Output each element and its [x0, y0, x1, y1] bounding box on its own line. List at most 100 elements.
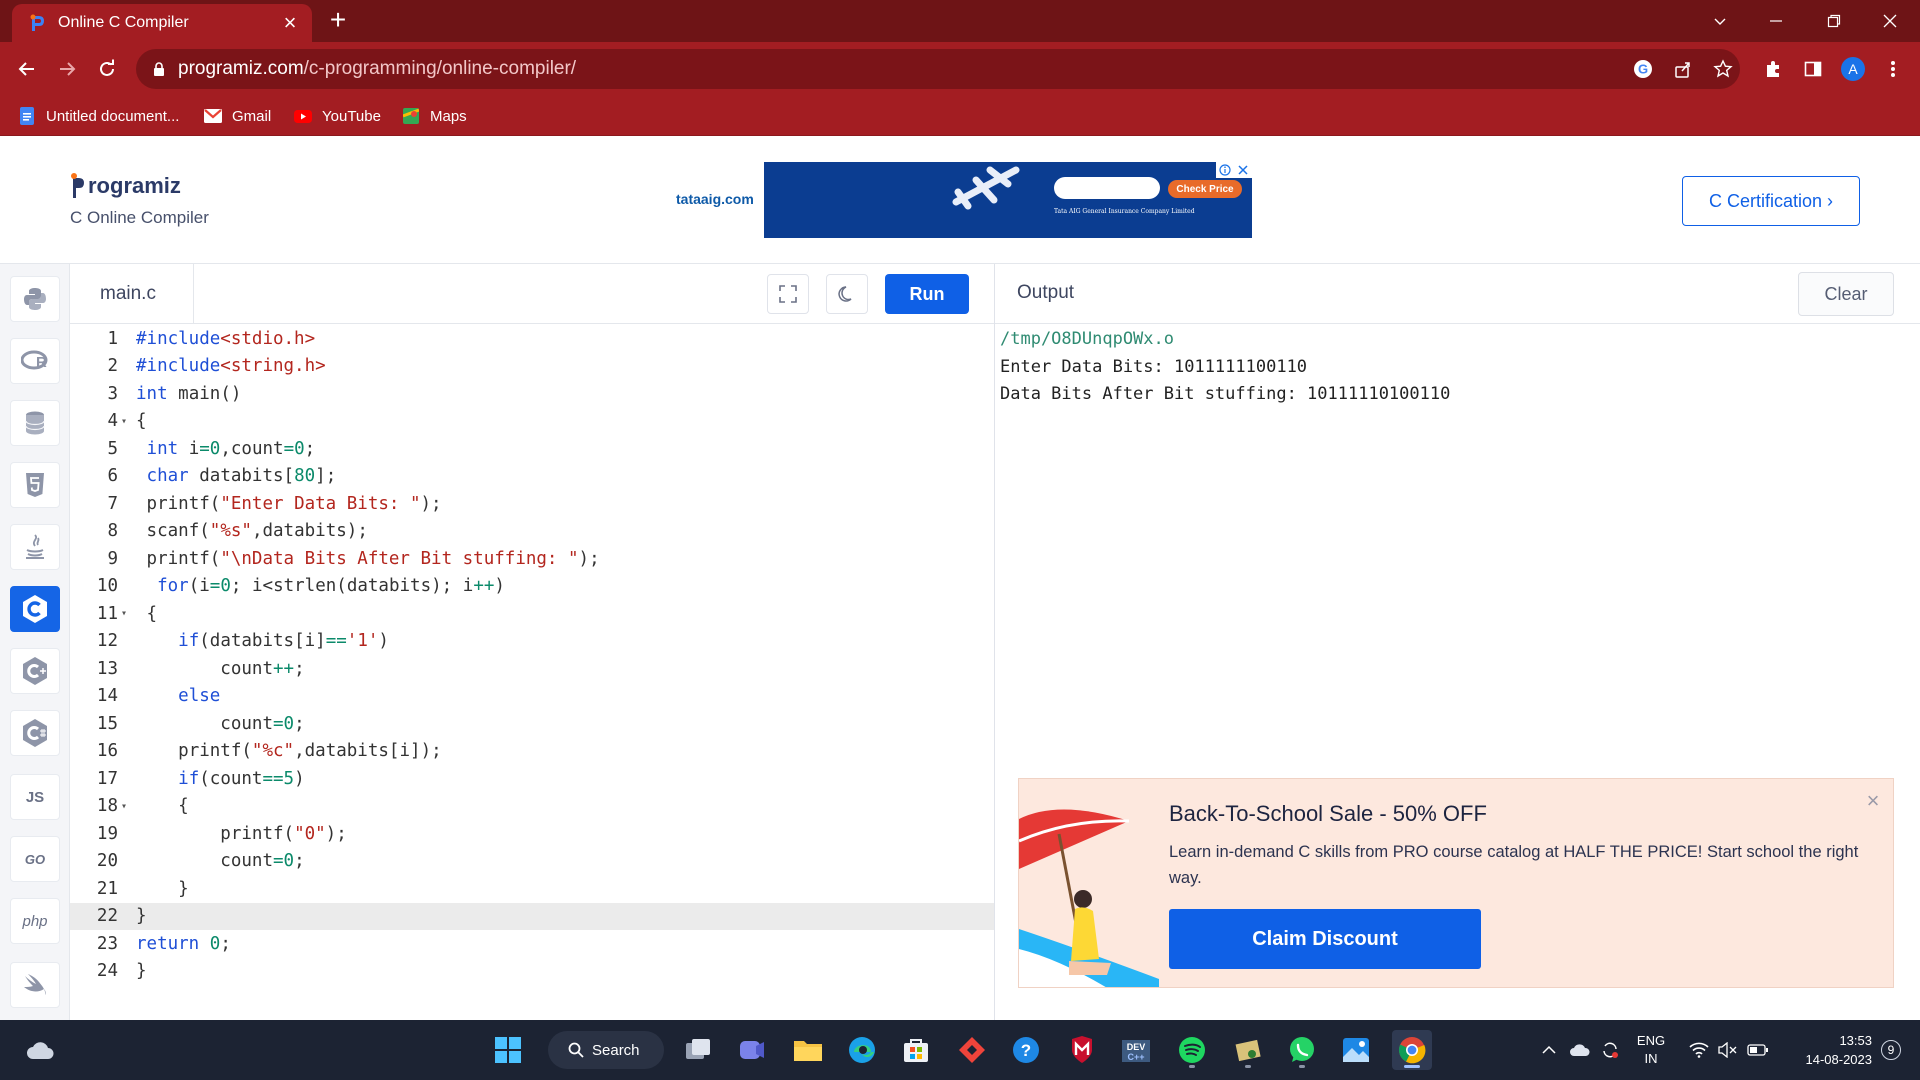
r-language-icon[interactable]: R [10, 338, 60, 384]
ad-x-icon[interactable] [1237, 164, 1249, 176]
task-view-icon[interactable] [678, 1030, 718, 1070]
code-line[interactable]: 13 count++; [70, 655, 994, 683]
help-question-icon[interactable]: ? [1006, 1030, 1046, 1070]
code-line[interactable]: 7 printf("Enter Data Bits: "); [70, 490, 994, 518]
clear-button[interactable]: Clear [1798, 272, 1894, 316]
code-line[interactable]: 17 if(count==5) [70, 765, 994, 793]
ad-close-icon[interactable] [1216, 162, 1252, 178]
back-icon[interactable] [12, 54, 42, 84]
edge-browser-icon[interactable] [842, 1030, 882, 1070]
fold-arrow-icon[interactable]: ▾ [118, 801, 136, 812]
csharp-language-icon[interactable] [10, 710, 60, 756]
promo-close-icon[interactable]: × [1863, 790, 1883, 812]
code-line[interactable]: 9 printf("\nData Bits After Bit stuffing… [70, 545, 994, 573]
address-bar[interactable]: programiz.com/c-programming/online-compi… [136, 49, 1740, 89]
code-line[interactable]: 16 printf("%c",databits[i]); [70, 738, 994, 766]
ad-check-price-button[interactable]: Check Price [1168, 180, 1242, 198]
code-line[interactable]: 21 } [70, 875, 994, 903]
show-hidden-icons-chevron-icon[interactable] [1536, 1020, 1562, 1080]
code-line[interactable]: 15 count=0; [70, 710, 994, 738]
side-panel-icon[interactable] [1798, 54, 1828, 84]
ad-sponsor-text[interactable]: tataaig.com [676, 191, 754, 207]
browser-tab-active[interactable]: Online C Compiler × [12, 4, 312, 42]
wifi-icon[interactable] [1686, 1020, 1712, 1080]
profile-avatar[interactable]: A [1838, 54, 1868, 84]
java-icon[interactable] [10, 524, 60, 570]
forward-icon[interactable] [52, 54, 82, 84]
code-line[interactable]: 10 for(i=0; i<strlen(databits); i++) [70, 573, 994, 601]
dark-mode-moon-icon[interactable] [826, 274, 868, 314]
go-language-icon[interactable]: GO [10, 836, 60, 882]
code-line[interactable]: 14 else [70, 683, 994, 711]
code-line[interactable]: 19 printf("0"); [70, 820, 994, 848]
speaker-muted-icon[interactable] [1714, 1020, 1740, 1080]
c-language-icon[interactable] [10, 586, 60, 632]
pane-divider[interactable] [994, 264, 995, 1020]
code-line[interactable]: 18 ▾ { [70, 793, 994, 821]
restore-button[interactable] [1806, 0, 1862, 42]
battery-icon[interactable] [1744, 1020, 1772, 1080]
sync-icon[interactable] [1596, 1020, 1624, 1080]
close-window-button[interactable] [1862, 0, 1918, 42]
reload-icon[interactable] [92, 54, 122, 84]
weather-cloud-icon[interactable] [20, 1030, 60, 1070]
code-line[interactable]: 3 int main() [70, 380, 994, 408]
bookmark-youtube[interactable]: YouTube [294, 104, 381, 128]
ad-input-field[interactable] [1054, 177, 1160, 199]
menu-kebab-icon[interactable] [1878, 54, 1908, 84]
minimize-button[interactable] [1748, 0, 1804, 42]
spotify-icon[interactable] [1172, 1030, 1212, 1070]
onedrive-cloud-icon[interactable] [1566, 1020, 1594, 1080]
fullscreen-icon[interactable] [767, 274, 809, 314]
dev-cpp-icon[interactable]: DEV C++ [1116, 1030, 1156, 1070]
fold-arrow-icon[interactable]: ▾ [118, 416, 136, 427]
mcafee-shield-icon[interactable] [1062, 1030, 1102, 1070]
php-icon[interactable]: php [10, 898, 60, 944]
code-line[interactable]: 11 ▾ { [70, 600, 994, 628]
sql-database-icon[interactable] [10, 400, 60, 446]
clock[interactable]: 13:53 14-08-2023 [1780, 1020, 1873, 1080]
teams-chat-icon[interactable] [732, 1030, 772, 1070]
code-line[interactable]: 12 if(databits[i]=='1') [70, 628, 994, 656]
new-tab-button[interactable]: + [326, 6, 350, 34]
code-line[interactable]: 8 scanf("%s",databits); [70, 518, 994, 546]
notification-badge[interactable]: 9 [1876, 1020, 1906, 1080]
google-lens-icon[interactable]: G [1628, 54, 1658, 84]
bookmark-gmail[interactable]: Gmail [204, 104, 271, 128]
code-editor[interactable]: 1 #include<stdio.h> 2 #include<string.h> 3 in… [70, 324, 994, 1020]
code-line[interactable]: 6 char databits[80]; [70, 463, 994, 491]
code-line[interactable]: 22} [70, 902, 994, 930]
chrome-icon[interactable] [1392, 1030, 1432, 1070]
html5-icon[interactable] [10, 462, 60, 508]
file-tab[interactable]: main.c [70, 264, 194, 324]
code-line[interactable]: 20 count=0; [70, 848, 994, 876]
python-icon[interactable] [10, 276, 60, 322]
bookmark-star-icon[interactable] [1708, 54, 1738, 84]
whatsapp-icon[interactable] [1282, 1030, 1322, 1070]
share-icon[interactable] [1668, 54, 1698, 84]
certificate-app-icon[interactable] [1228, 1030, 1268, 1070]
code-line[interactable]: 24} [70, 958, 994, 986]
code-line[interactable]: 4 ▾{ [70, 408, 994, 436]
swift-icon[interactable] [10, 962, 60, 1008]
language-indicator[interactable]: ENG IN [1628, 1020, 1674, 1080]
tab-search-icon[interactable] [1692, 0, 1748, 42]
ad-info-icon[interactable] [1219, 164, 1231, 176]
code-line[interactable]: 1 #include<stdio.h> [70, 325, 994, 353]
cpp-language-icon[interactable] [10, 648, 60, 694]
bookmark-untitled-document[interactable]: Untitled document... [18, 104, 179, 128]
fold-arrow-icon[interactable]: ▾ [118, 608, 136, 619]
microsoft-store-icon[interactable] [896, 1030, 936, 1070]
extensions-icon[interactable] [1758, 54, 1788, 84]
lock-icon[interactable] [150, 60, 168, 78]
javascript-icon[interactable]: JS [10, 774, 60, 820]
photos-icon[interactable] [1336, 1030, 1376, 1070]
taskbar-search[interactable]: Search [548, 1031, 664, 1069]
ad-banner[interactable]: Check Price Tata AIG General Insurance C… [764, 162, 1252, 238]
code-line[interactable]: 5 int i=0,count=0; [70, 435, 994, 463]
windows-start-icon[interactable] [488, 1030, 528, 1070]
claim-discount-button[interactable]: Claim Discount [1169, 909, 1481, 969]
code-line[interactable]: 2 #include<string.h> [70, 353, 994, 381]
tab-close-icon[interactable]: × [280, 12, 300, 34]
file-explorer-icon[interactable] [788, 1030, 828, 1070]
